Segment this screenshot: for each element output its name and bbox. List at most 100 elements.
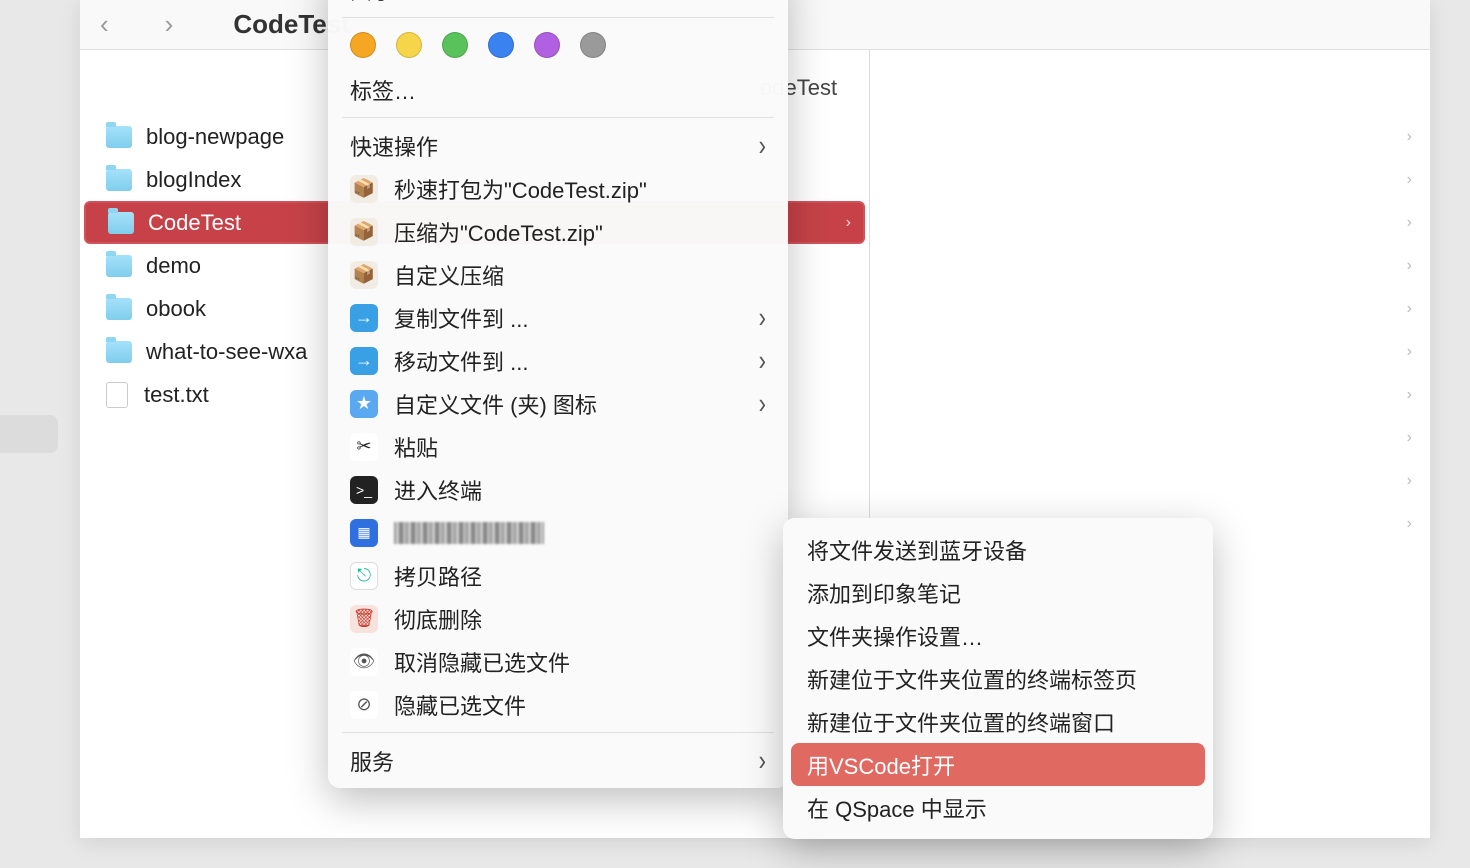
menu-quick-actions[interactable]: 快速操作 <box>328 124 788 167</box>
trash-icon: 🗑 <box>350 605 378 633</box>
chevron-right-icon: › <box>1407 214 1412 232</box>
menu-separator <box>342 732 774 733</box>
list-item[interactable]: › <box>870 115 1430 158</box>
menu-label: 共享 <box>350 0 394 6</box>
submenu-label: 将文件发送到蓝牙设备 <box>807 534 1027 566</box>
chevron-right-icon: › <box>1407 300 1412 318</box>
list-item[interactable]: › <box>870 416 1430 459</box>
censored-label <box>394 522 544 544</box>
menu-share[interactable]: 共享 <box>328 0 788 11</box>
file-name: test.txt <box>144 382 209 408</box>
menu-compress[interactable]: 📦 压缩为"CodeTest.zip" <box>328 210 788 253</box>
folder-icon <box>108 212 134 234</box>
file-name: obook <box>146 296 206 322</box>
archive-icon: 📦 <box>350 175 378 203</box>
file-name: demo <box>146 253 201 279</box>
menu-custom-icon[interactable]: ★ 自定义文件 (夹) 图标 <box>328 382 788 425</box>
menu-custom-compress[interactable]: 📦 自定义压缩 <box>328 253 788 296</box>
tag-blue[interactable] <box>488 32 514 58</box>
file-name: blogIndex <box>146 167 241 193</box>
submenu-new-terminal-window[interactable]: 新建位于文件夹位置的终端窗口 <box>791 700 1205 743</box>
menu-tags[interactable]: 标签… <box>328 68 788 111</box>
submenu-new-terminal-tab[interactable]: 新建位于文件夹位置的终端标签页 <box>791 657 1205 700</box>
menu-label: 彻底删除 <box>394 603 482 635</box>
menu-label: 复制文件到 ... <box>394 302 528 334</box>
submenu-bluetooth[interactable]: 将文件发送到蓝牙设备 <box>791 528 1205 571</box>
chevron-right-icon: › <box>1407 515 1412 533</box>
submenu-open-vscode[interactable]: 用VSCode打开 <box>791 743 1205 786</box>
list-item[interactable]: › <box>870 201 1430 244</box>
list-item[interactable]: › <box>870 330 1430 373</box>
tag-colors <box>328 24 788 68</box>
tag-purple[interactable] <box>534 32 560 58</box>
menu-label: 隐藏已选文件 <box>394 689 526 721</box>
folder-icon <box>106 169 132 191</box>
menu-fast-zip[interactable]: 📦 秒速打包为"CodeTest.zip" <box>328 167 788 210</box>
chevron-right-icon: › <box>846 214 851 232</box>
menu-move-to[interactable]: → 移动文件到 ... <box>328 339 788 382</box>
submenu-label: 用VSCode打开 <box>807 749 955 781</box>
menu-censored[interactable]: ▦ <box>328 511 788 554</box>
menu-unhide[interactable]: 👁 取消隐藏已选文件 <box>328 640 788 683</box>
terminal-icon: >_ <box>350 476 378 504</box>
menu-terminal[interactable]: >_ 进入终端 <box>328 468 788 511</box>
menu-label: 进入终端 <box>394 474 482 506</box>
menu-label: 压缩为"CodeTest.zip" <box>394 216 603 248</box>
folder-icon <box>106 126 132 148</box>
chevron-right-icon: › <box>1407 171 1412 189</box>
scissors-icon: ✂︎ <box>350 433 378 461</box>
chevron-right-icon: › <box>1407 386 1412 404</box>
menu-label: 快速操作 <box>350 130 438 162</box>
file-name: CodeTest <box>148 210 241 236</box>
path-icon: ⎋ <box>350 562 378 590</box>
copy-icon: → <box>350 304 378 332</box>
menu-label: 移动文件到 ... <box>394 345 528 377</box>
eye-icon: 👁 <box>350 648 378 676</box>
tag-green[interactable] <box>442 32 468 58</box>
menu-copy-to[interactable]: → 复制文件到 ... <box>328 296 788 339</box>
chevron-right-icon: › <box>1407 128 1412 146</box>
chevron-right-icon: › <box>1407 257 1412 275</box>
list-item[interactable]: › <box>870 373 1430 416</box>
menu-label: 服务 <box>350 745 394 777</box>
services-submenu: 将文件发送到蓝牙设备 添加到印象笔记 文件夹操作设置… 新建位于文件夹位置的终端… <box>783 518 1213 839</box>
back-button[interactable]: ‹ <box>100 9 109 40</box>
menu-label: 粘贴 <box>394 431 438 463</box>
context-menu: 共享 标签… 快速操作 📦 秒速打包为"CodeTest.zip" 📦 压缩为"… <box>328 0 788 788</box>
submenu-qspace[interactable]: 在 QSpace 中显示 <box>791 786 1205 829</box>
tag-orange[interactable] <box>350 32 376 58</box>
list-item[interactable]: › <box>870 459 1430 502</box>
submenu-label: 添加到印象笔记 <box>807 577 961 609</box>
menu-label: 自定义压缩 <box>394 259 504 291</box>
app-icon: ▦ <box>350 519 378 547</box>
submenu-folder-actions[interactable]: 文件夹操作设置… <box>791 614 1205 657</box>
submenu-label: 新建位于文件夹位置的终端标签页 <box>807 663 1137 695</box>
eye-off-icon: ⊘ <box>350 691 378 719</box>
submenu-label: 新建位于文件夹位置的终端窗口 <box>807 706 1115 738</box>
menu-hide[interactable]: ⊘ 隐藏已选文件 <box>328 683 788 726</box>
menu-label: 取消隐藏已选文件 <box>394 646 570 678</box>
folder-icon <box>106 298 132 320</box>
menu-label: 拷贝路径 <box>394 560 482 592</box>
menu-paste[interactable]: ✂︎ 粘贴 <box>328 425 788 468</box>
archive-icon: 📦 <box>350 218 378 246</box>
list-item[interactable]: › <box>870 158 1430 201</box>
submenu-evernote[interactable]: 添加到印象笔记 <box>791 571 1205 614</box>
chevron-right-icon: › <box>1407 472 1412 490</box>
tag-yellow[interactable] <box>396 32 422 58</box>
menu-label: 标签… <box>350 74 416 106</box>
menu-copy-path[interactable]: ⎋ 拷贝路径 <box>328 554 788 597</box>
tag-gray[interactable] <box>580 32 606 58</box>
star-icon: ★ <box>350 390 378 418</box>
folder-icon <box>106 341 132 363</box>
menu-delete[interactable]: 🗑 彻底删除 <box>328 597 788 640</box>
list-item[interactable]: › <box>870 244 1430 287</box>
move-icon: → <box>350 347 378 375</box>
menu-services[interactable]: 服务 <box>328 739 788 782</box>
list-item[interactable]: › <box>870 287 1430 330</box>
folder-icon <box>106 255 132 277</box>
chevron-right-icon: › <box>1407 429 1412 447</box>
menu-label: 自定义文件 (夹) 图标 <box>394 388 597 420</box>
forward-button[interactable]: › <box>165 9 174 40</box>
archive-icon: 📦 <box>350 261 378 289</box>
